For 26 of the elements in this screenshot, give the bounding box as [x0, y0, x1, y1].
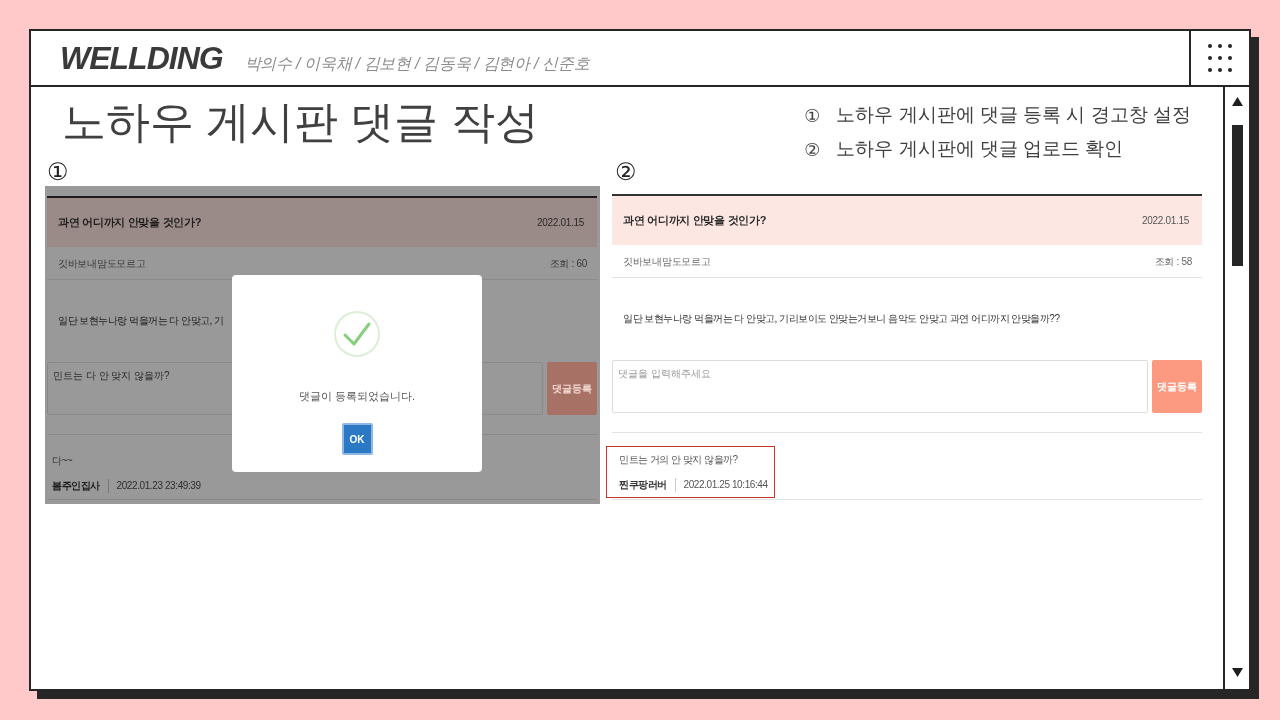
post-body: 일단 보현누나랑 먹을꺼는 다 안맞고, 기리보이도 안맞는거보니 음악도 안맞고 과연 어디까지 안맞을까??	[623, 313, 1060, 324]
panel-marker: ①	[47, 158, 69, 186]
view-count: 조회 : 58	[1154, 254, 1192, 269]
team-members: 박의수 / 이욱채 / 김보현 / 김동욱 / 김현아 / 신준호	[244, 56, 590, 72]
comment-time: 2022.01.25 10:16:44	[683, 478, 768, 492]
post-body: 일단 보현누나랑 먹을꺼는 다 안맞고, 기	[58, 315, 224, 326]
post-date: 2022.01.15	[1141, 214, 1189, 228]
comment-author: 봄주인집사	[52, 479, 100, 493]
panel-marker: ②	[615, 158, 637, 186]
comment-text: 다~~	[52, 454, 74, 468]
dialog-message: 댓글이 등록되었습니다.	[298, 389, 416, 404]
comment-author: 찐쿠팡러버	[619, 478, 667, 492]
step-marker: ①	[804, 103, 821, 128]
comment-text: 민트는 거의 안 맞지 않을까?	[619, 453, 739, 467]
post-date: 2022.01.15	[536, 216, 584, 230]
step-text: 노하우 게시판에 댓글 업로드 확인	[836, 136, 1124, 161]
logo-text: WELLDING	[60, 42, 223, 74]
step-marker: ②	[804, 137, 821, 162]
author-name: 깃바보내맘도모르고	[623, 254, 711, 269]
post-title: 과연 어디까지 안맞을 것인가?	[623, 213, 767, 229]
comment-time: 2022.01.23 23:49:39	[116, 479, 201, 493]
post-title: 과연 어디까지 안맞을 것인가?	[58, 215, 202, 231]
view-count: 조회 : 60	[549, 256, 587, 271]
slide-title: 노하우 게시판 댓글 작성	[62, 96, 539, 148]
step-text: 노하우 게시판에 댓글 등록 시 경고창 설정	[836, 102, 1191, 127]
author-name: 깃바보내맘도모르고	[58, 256, 146, 271]
